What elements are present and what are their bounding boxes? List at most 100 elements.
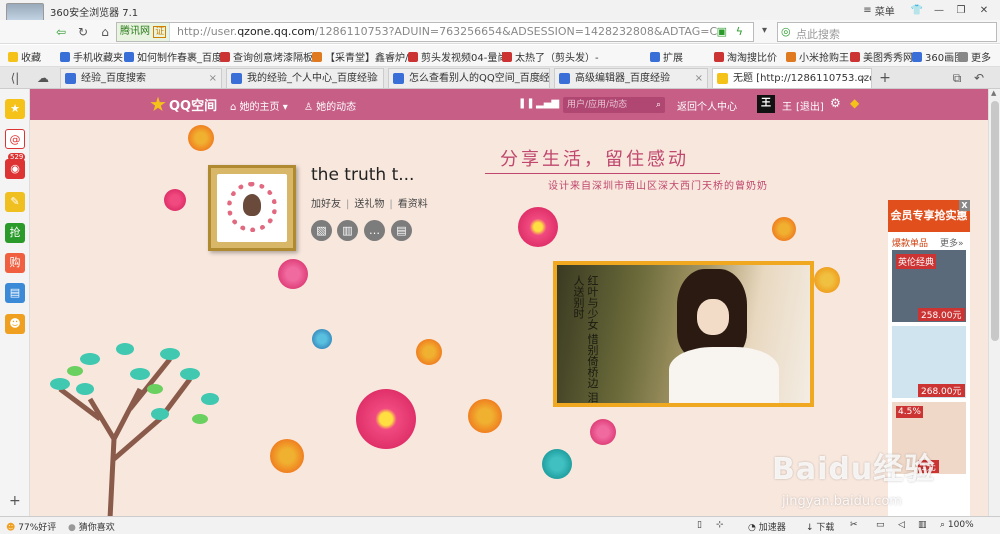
ad-close-button[interactable]: X (959, 200, 970, 211)
reader-icon[interactable]: ▤ (5, 283, 25, 303)
tab-close-icon[interactable]: × (695, 69, 703, 88)
screenshot-icon[interactable]: ✂ (850, 520, 858, 530)
tab-close-icon[interactable]: × (537, 69, 545, 88)
nav-her-home[interactable]: ⌂ 她的主页 ▾ (230, 98, 288, 113)
diary-icon[interactable]: ▥ (337, 220, 358, 241)
close-window-button[interactable]: ✕ (974, 2, 994, 18)
bookmark-item[interactable]: 更多 (958, 49, 991, 64)
tab-close-icon[interactable]: × (859, 69, 867, 88)
grab-ticket-icon[interactable]: 抢 (5, 223, 25, 243)
scroll-up-icon[interactable]: ▲ (991, 89, 996, 97)
refresh-button[interactable]: ↻ (74, 24, 92, 40)
undo-close-icon[interactable]: ↶ (970, 70, 988, 86)
bookmark-item[interactable]: 小米抢购王 (786, 49, 849, 64)
bookmark-item[interactable]: 如何制作春裹_百度 (124, 49, 222, 64)
sidebar-add-icon[interactable]: + (9, 493, 21, 509)
featured-photo-frame[interactable]: 红叶与少女 惜别倚桥边 泪人送别时 (553, 261, 814, 407)
tab-close-icon[interactable]: × (209, 69, 217, 88)
ad-price: 258.00元 (918, 308, 965, 321)
volume-icon[interactable]: ◁ (898, 520, 905, 530)
home-icon: ⌂ (101, 25, 109, 39)
message-bubble-icon[interactable]: … (364, 220, 385, 241)
bookmark-item[interactable]: 收藏 (8, 49, 41, 64)
bookmark-item[interactable]: 太热了（剪头发）- (502, 49, 599, 64)
pin-icon[interactable]: ⊹ (716, 520, 724, 530)
page-scrollbar[interactable]: ▲ (988, 89, 1000, 516)
browser-tab[interactable]: 怎么查看别人的QQ空间_百度经 × (388, 68, 550, 88)
accelerator-button[interactable]: ◔ 加速器 (748, 520, 786, 533)
restore-tabs-icon[interactable]: ⧉ (948, 70, 966, 86)
browser-tab[interactable]: 无题 [http://1286110753.qzone.× (712, 68, 872, 88)
tab-close-icon[interactable]: × (371, 69, 379, 88)
back-personal-center-link[interactable]: 返回个人中心 (677, 98, 737, 113)
home-button[interactable]: ⌂ (96, 24, 114, 40)
star-icon (150, 96, 166, 112)
signal-icon[interactable]: ▂▄▆ (536, 98, 559, 109)
flower-decoration (590, 419, 616, 445)
profile-avatar-frame[interactable] (208, 165, 296, 251)
browser-tab[interactable]: 我的经验_个人中心_百度经验 × (226, 68, 384, 88)
bookmark-item[interactable]: 查询创意烤漆隔板 (220, 49, 313, 64)
ad-header[interactable]: 会员专享抢实惠 X (888, 200, 970, 232)
weibo-icon[interactable]: ◉ (5, 159, 25, 179)
reading-mode-icon[interactable]: ▭ (876, 520, 885, 530)
bookmark-item[interactable]: 手机收藏夹 (60, 49, 123, 64)
pause-icon[interactable]: ❚❚ (518, 98, 535, 109)
minimize-button[interactable]: — (930, 2, 948, 18)
browser-tab[interactable]: 高级编辑器_百度经验 × (554, 68, 708, 88)
bookmark-item[interactable]: 360画图 (912, 49, 964, 64)
qzone-logo[interactable]: QQ空间 (150, 95, 217, 114)
vip-diamond-icon[interactable]: ◆ (850, 96, 859, 110)
send-gift-link[interactable]: 送礼物 (354, 199, 384, 210)
tree-illustration (50, 343, 219, 516)
dropdown-chevron-icon[interactable]: ▾ (762, 25, 767, 36)
rating-indicator[interactable]: ☻ 77%好评 (6, 520, 56, 533)
bookmark-item[interactable]: 【采青堂】鑫睿炉/ (312, 49, 408, 64)
view-profile-link[interactable]: 看资料 (398, 199, 428, 210)
user-mini-avatar[interactable]: 王 (757, 95, 775, 113)
notes-icon[interactable]: ✎ (5, 192, 25, 212)
photo-album-icon[interactable]: ▧ (311, 220, 332, 241)
new-tab-button[interactable]: + (876, 70, 894, 86)
skin-button[interactable]: 👕 (908, 2, 926, 18)
browser-tab[interactable]: 经验_百度搜索 × (60, 68, 222, 88)
settings-gear-icon[interactable]: ⚙ (830, 96, 841, 110)
bookmark-item[interactable]: 扩展 (650, 49, 683, 64)
zoom-control[interactable]: ⌕ 100% (940, 520, 974, 530)
guess-you-like[interactable]: ● 猜你喜欢 (68, 520, 115, 533)
scroll-thumb[interactable] (991, 101, 999, 341)
ad-product[interactable]: 268.00元 (892, 326, 966, 398)
qzone-search-input[interactable]: 用户/应用/动态 ⌕ (563, 97, 665, 113)
qr-icon[interactable]: ▣ (717, 25, 727, 38)
game-icon[interactable]: ☻ (5, 314, 25, 334)
tab-list-icon[interactable]: ⟨| (6, 70, 24, 86)
search-icon[interactable]: ⌕ (656, 97, 661, 113)
ad-product[interactable]: 英伦经典 258.00元 (892, 250, 966, 322)
ad-more-link[interactable]: 更多» (940, 236, 964, 249)
add-friend-link[interactable]: 加好友 (311, 199, 341, 210)
bookmark-icon (650, 51, 660, 62)
trash-icon[interactable]: ▥ (918, 520, 927, 530)
logout-link[interactable]: [退出] (796, 98, 824, 113)
search-engine-icon[interactable]: ◎ (781, 25, 791, 38)
bookmark-item[interactable]: 美图秀秀网 (850, 49, 913, 64)
notebook-icon[interactable]: ▤ (391, 220, 412, 241)
bookmark-item[interactable]: 淘淘搜比价 (714, 49, 777, 64)
bookmark-icon (786, 51, 796, 62)
phone-icon[interactable]: ▯ (697, 520, 702, 530)
smile-icon: ☻ (6, 523, 16, 533)
user-name[interactable]: 王 (782, 98, 792, 113)
download-button[interactable]: ↓ 下载 (806, 520, 834, 533)
url-input[interactable]: 腾讯网 证 http://user.qzone.qq.com/128611075… (116, 22, 767, 42)
mail-icon[interactable]: @ (5, 129, 25, 149)
favorites-star-icon[interactable]: ★ (5, 99, 25, 119)
menu-button[interactable]: ≡ 菜单 (855, 2, 903, 18)
shopping-icon[interactable]: 购 (5, 253, 25, 273)
lightning-icon[interactable]: ϟ (736, 25, 743, 38)
search-input[interactable]: ◎ 点此搜索 (777, 22, 997, 42)
nav-her-feed[interactable]: ♙ 她的动态 (304, 98, 356, 113)
maximize-button[interactable]: ❐ (952, 2, 970, 18)
bookmark-item[interactable]: 剪头发视频04-量尚 (408, 49, 507, 64)
back-button[interactable]: ⇦ (52, 24, 70, 40)
cloud-icon[interactable]: ☁ (34, 70, 52, 86)
